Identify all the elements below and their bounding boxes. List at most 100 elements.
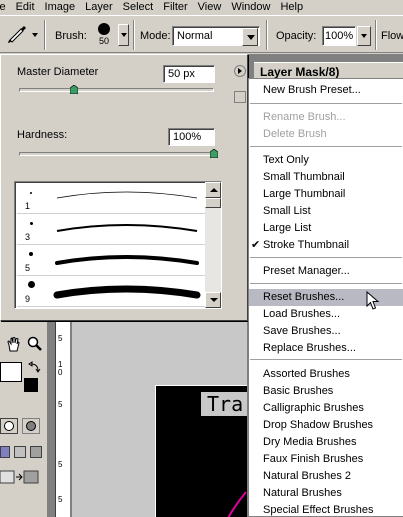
menu-item[interactable]: Text Only bbox=[249, 152, 403, 169]
menu-item[interactable]: Natural Brushes 2 bbox=[249, 468, 403, 485]
hardness-label: Hardness: bbox=[17, 129, 68, 141]
menu-item[interactable]: Calligraphic Brushes bbox=[249, 400, 403, 417]
menu-item-label: Load Brushes... bbox=[263, 308, 341, 320]
hand-tool-icon[interactable] bbox=[6, 336, 22, 352]
brush-picker-panel: Master Diameter 50 px Hardness: 100% 1 3… bbox=[0, 54, 248, 321]
menu-item-label: Reset Brushes... bbox=[263, 291, 345, 303]
master-diameter-slider-thumb[interactable] bbox=[69, 85, 78, 94]
brush-preset-item[interactable]: 9 bbox=[17, 277, 205, 307]
swap-colors-icon[interactable] bbox=[28, 360, 44, 376]
scroll-up-button[interactable] bbox=[205, 182, 221, 198]
checkmark-icon: ✔ bbox=[251, 239, 261, 251]
opacity-slider-button[interactable] bbox=[357, 26, 371, 46]
brush-size-label: 3 bbox=[25, 232, 31, 242]
menu-item[interactable]: Natural Brushes bbox=[249, 485, 403, 502]
hardness-input[interactable]: 100% bbox=[168, 128, 215, 146]
brush-menu-button[interactable] bbox=[234, 65, 246, 77]
brush-preview[interactable]: 50 bbox=[92, 21, 116, 49]
mode-select[interactable]: Normal bbox=[172, 26, 260, 46]
menu-item[interactable]: Small List bbox=[249, 203, 403, 220]
standard-mode-button[interactable] bbox=[0, 418, 18, 434]
brush-size-label: 5 bbox=[25, 263, 31, 273]
menu-item-label: Small List bbox=[263, 205, 311, 217]
master-diameter-input[interactable]: 50 px bbox=[163, 65, 215, 83]
mouse-pointer-icon bbox=[366, 291, 380, 310]
quick-mask-button[interactable] bbox=[22, 418, 40, 434]
tool-preset-dropdown-icon[interactable] bbox=[32, 33, 38, 37]
full-screen-menu-button[interactable] bbox=[14, 446, 26, 458]
menu-window[interactable]: Window bbox=[226, 0, 275, 15]
menu-item[interactable]: Basic Brushes bbox=[249, 383, 403, 400]
full-screen-button[interactable] bbox=[30, 446, 42, 458]
chevron-down-icon bbox=[120, 33, 127, 37]
brush-tip-icon bbox=[29, 252, 33, 256]
brush-picker-button[interactable] bbox=[118, 24, 129, 46]
master-diameter-slider[interactable] bbox=[19, 88, 214, 92]
background-color-swatch[interactable] bbox=[24, 378, 38, 392]
brush-label: Brush: bbox=[55, 30, 87, 42]
menu-item[interactable]: Preset Manager... bbox=[249, 263, 403, 280]
opacity-input[interactable]: 100% bbox=[322, 26, 356, 46]
toolbar-separator bbox=[133, 20, 135, 50]
brush-preset-item[interactable]: 1 bbox=[17, 184, 205, 214]
menu-bar: le Edit Image Layer Select Filter View W… bbox=[0, 0, 403, 15]
mode-value: Normal bbox=[177, 30, 213, 42]
menu-separator bbox=[250, 146, 402, 147]
brush-preset-item[interactable]: 5 bbox=[17, 246, 205, 276]
brush-list-scrollbar[interactable] bbox=[205, 182, 221, 308]
menu-item[interactable]: ✔ Stroke Thumbnail bbox=[249, 237, 403, 254]
screen-mode-button[interactable] bbox=[0, 446, 10, 458]
menu-item-label: Delete Brush bbox=[263, 128, 327, 140]
menu-item[interactable]: Special Effect Brushes bbox=[249, 502, 403, 517]
options-bar: Brush: 50 Mode: Normal Opacity: 100% Flo… bbox=[0, 15, 403, 53]
vertical-ruler: 5 1 0 5 5 5 bbox=[55, 320, 71, 517]
hardness-slider[interactable] bbox=[19, 152, 214, 156]
menu-filter[interactable]: Filter bbox=[158, 0, 192, 15]
menu-item[interactable]: Drop Shadow Brushes bbox=[249, 417, 403, 434]
brush-preset-item[interactable]: 3 bbox=[17, 215, 205, 245]
zoom-tool-icon[interactable] bbox=[27, 336, 43, 352]
hardness-slider-thumb[interactable] bbox=[210, 149, 218, 158]
menu-item[interactable]: Faux Finish Brushes bbox=[249, 451, 403, 468]
document-text: Tra bbox=[201, 392, 247, 416]
menu-layer[interactable]: Layer bbox=[80, 0, 118, 15]
menu-image[interactable]: Image bbox=[40, 0, 81, 15]
opacity-label: Opacity: bbox=[276, 30, 317, 42]
menu-item-label: Drop Shadow Brushes bbox=[263, 419, 374, 431]
menu-item[interactable]: Dry Media Brushes bbox=[249, 434, 403, 451]
brush-stroke-preview bbox=[56, 191, 198, 199]
menu-item[interactable]: Large List bbox=[249, 220, 403, 237]
menu-file[interactable]: le bbox=[0, 0, 11, 15]
brush-stroke-preview bbox=[55, 255, 199, 265]
menu-help[interactable]: Help bbox=[275, 0, 308, 15]
foreground-color-swatch[interactable] bbox=[0, 362, 22, 382]
menu-item[interactable]: Assorted Brushes bbox=[249, 366, 403, 383]
new-preset-button[interactable] bbox=[234, 91, 246, 103]
menu-item-label: Preset Manager... bbox=[263, 265, 350, 277]
menu-edit[interactable]: Edit bbox=[11, 0, 40, 15]
menu-item[interactable]: Small Thumbnail bbox=[249, 169, 403, 186]
imageready-jump-icon[interactable] bbox=[0, 469, 40, 485]
menu-item-label: Natural Brushes bbox=[263, 487, 342, 499]
brush-tip-icon bbox=[98, 23, 110, 35]
canvas-stroke bbox=[227, 491, 247, 517]
scroll-down-button[interactable] bbox=[205, 292, 221, 308]
brush-preset-list[interactable]: 1 3 5 9 bbox=[14, 181, 222, 309]
menu-item: Rename Brush... bbox=[249, 109, 403, 126]
menu-separator bbox=[250, 283, 402, 284]
menu-select[interactable]: Select bbox=[118, 0, 159, 15]
menu-item[interactable]: Large Thumbnail bbox=[249, 186, 403, 203]
brush-size-value: 50 bbox=[98, 36, 109, 46]
mode-dropdown-button[interactable] bbox=[242, 28, 258, 46]
menu-item[interactable]: New Brush Preset... bbox=[249, 82, 403, 99]
menu-view[interactable]: View bbox=[193, 0, 227, 15]
brush-size-label: 9 bbox=[25, 294, 31, 304]
brush-tool-icon[interactable] bbox=[6, 24, 28, 44]
menu-item[interactable]: Save Brushes... bbox=[249, 323, 403, 340]
brush-tip-icon bbox=[30, 222, 33, 225]
brush-tip-icon bbox=[30, 192, 32, 194]
brush-stroke-preview bbox=[56, 224, 198, 232]
scrollbar-thumb[interactable] bbox=[205, 198, 221, 208]
menu-separator bbox=[250, 257, 402, 258]
menu-item[interactable]: Replace Brushes... bbox=[249, 340, 403, 357]
